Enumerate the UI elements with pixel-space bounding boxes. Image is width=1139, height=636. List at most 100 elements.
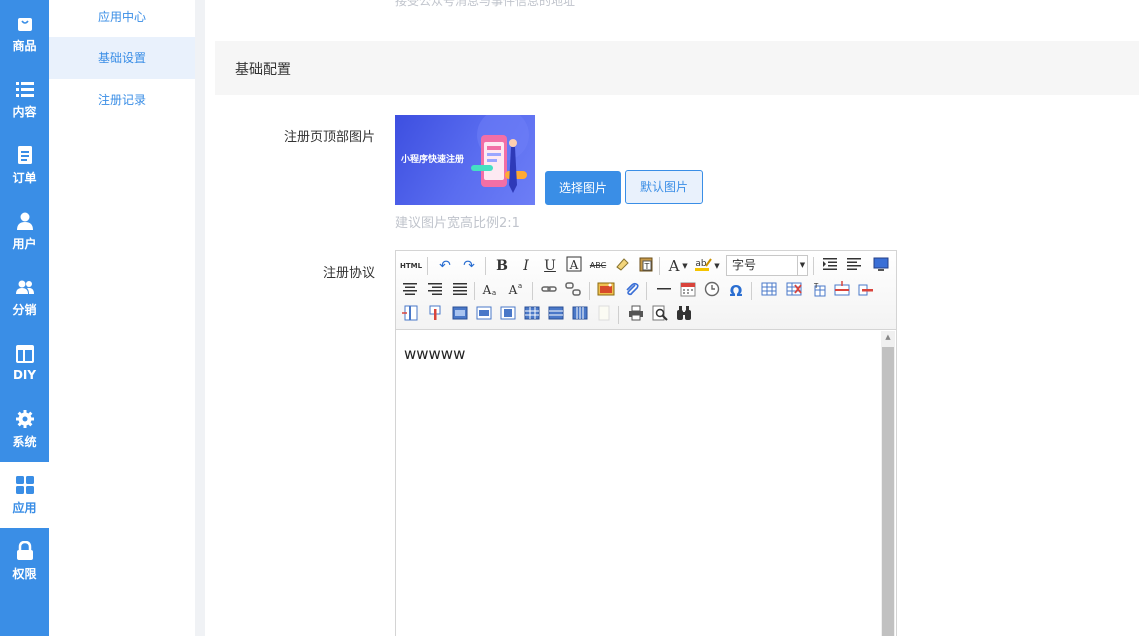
- toolbar-separator: [589, 282, 590, 300]
- font-size-value: 字号: [732, 258, 757, 272]
- callback-url-hint: 接受公众号消息与事件信息的地址: [395, 0, 576, 8]
- html-source-button[interactable]: HTML: [400, 256, 422, 276]
- nav-item-orders[interactable]: 订单: [0, 132, 49, 198]
- default-image-button[interactable]: 默认图片: [625, 170, 703, 204]
- subscript-icon[interactable]: Aa: [506, 281, 526, 301]
- nav-item-permissions[interactable]: 权限: [0, 528, 49, 594]
- image-ratio-hint: 建议图片宽高比例2:1: [395, 216, 520, 231]
- agreement-label: 注册协议: [322, 266, 375, 281]
- nav-item-label: 应用: [12, 500, 37, 515]
- secondary-sidebar: 应用中心 基础设置 注册记录: [49, 0, 195, 636]
- split-cells-icon[interactable]: [522, 305, 542, 325]
- insert-image-icon[interactable]: [596, 281, 616, 301]
- redo-icon[interactable]: ↷: [459, 256, 479, 276]
- nav-item-label: 内容: [12, 104, 37, 119]
- list-icon: [15, 81, 34, 97]
- insert-row-icon[interactable]: [832, 281, 852, 301]
- delete-row-icon[interactable]: [856, 281, 876, 301]
- nav-item-apps[interactable]: 应用: [0, 462, 49, 528]
- preview-icon[interactable]: [650, 305, 670, 325]
- header-image-preview: 小程序快速注册: [395, 115, 535, 205]
- primary-sidebar: 商品 内容 订单 用户 分销 DIY 系统 应用 权限: [0, 0, 49, 636]
- svg-text:a: a: [492, 289, 496, 297]
- toolbar-separator: [813, 257, 814, 275]
- insert-paragraph-before-table-icon[interactable]: T: [808, 281, 828, 301]
- clock-icon[interactable]: [702, 281, 722, 301]
- indent-icon[interactable]: [820, 256, 840, 276]
- scroll-up-icon[interactable]: ▲: [881, 333, 895, 345]
- subnav-item-app-center[interactable]: 应用中心: [49, 0, 195, 37]
- horizontal-rule-icon[interactable]: [654, 281, 674, 301]
- special-char-button[interactable]: Ω: [726, 281, 746, 301]
- unlink-icon[interactable]: [563, 281, 583, 301]
- banner-text: 小程序快速注册: [401, 155, 465, 165]
- font-size-select[interactable]: 字号 ▼: [726, 255, 808, 276]
- header-image-label: 注册页顶部图片: [283, 130, 375, 145]
- svg-text:A: A: [482, 283, 492, 297]
- svg-text:A: A: [508, 283, 518, 297]
- attachment-icon[interactable]: [622, 281, 642, 301]
- split-rows-icon[interactable]: [546, 305, 566, 325]
- align-right-icon[interactable]: [425, 281, 445, 301]
- nav-item-content[interactable]: 内容: [0, 66, 49, 132]
- align-justify-icon[interactable]: [450, 281, 470, 301]
- document-icon: [17, 145, 32, 164]
- merge-right-icon[interactable]: [474, 305, 494, 325]
- superscript-icon[interactable]: Aa: [480, 281, 500, 301]
- highlight-color-icon[interactable]: ab: [694, 256, 714, 276]
- insert-column-icon[interactable]: [400, 305, 420, 325]
- svg-text:T: T: [813, 282, 819, 290]
- underline-button[interactable]: U: [540, 256, 560, 276]
- editor-content-area[interactable]: wwwww: [396, 331, 880, 636]
- search-replace-icon[interactable]: [674, 305, 694, 325]
- blank-page-icon[interactable]: [594, 305, 614, 325]
- chevron-down-icon[interactable]: ▼: [712, 256, 722, 276]
- font-border-icon[interactable]: A: [564, 256, 584, 276]
- nav-item-goods[interactable]: 商品: [0, 0, 49, 66]
- toolbar-separator: [532, 282, 533, 300]
- chevron-down-icon[interactable]: ▼: [680, 256, 690, 276]
- scrollbar-thumb[interactable]: [882, 347, 894, 636]
- split-columns-icon[interactable]: [570, 305, 590, 325]
- app-root: 商品 内容 订单 用户 分销 DIY 系统 应用 权限 应用中心 基础设置 注册…: [0, 0, 1139, 636]
- toolbar-separator: [751, 282, 752, 300]
- italic-button[interactable]: I: [516, 256, 536, 276]
- nav-item-users[interactable]: 用户: [0, 198, 49, 264]
- svg-text:T: T: [644, 262, 650, 271]
- link-icon[interactable]: [539, 281, 559, 301]
- subnav-item-registration-records[interactable]: 注册记录: [49, 79, 195, 121]
- user-icon: [16, 212, 33, 230]
- toolbar-separator: [646, 282, 647, 300]
- merge-down-icon[interactable]: [498, 305, 518, 325]
- rich-text-editor: HTML ↶ ↷ B I U A ABC T A ▼ ab ▼ 字号 ▼ A a…: [395, 250, 897, 636]
- toolbar-separator: [427, 257, 428, 275]
- section-title: 基础配置: [215, 41, 1139, 95]
- calendar-icon[interactable]: [678, 281, 698, 301]
- nav-item-distribution[interactable]: 分销: [0, 264, 49, 330]
- editor-scrollbar[interactable]: ▲: [881, 331, 895, 636]
- bold-button[interactable]: B: [492, 256, 512, 276]
- subnav-item-basic-settings[interactable]: 基础设置: [49, 37, 195, 79]
- fullscreen-icon[interactable]: [871, 256, 891, 276]
- delete-column-icon[interactable]: [425, 305, 445, 325]
- chevron-down-icon: ▼: [797, 256, 807, 275]
- strikethrough-button[interactable]: ABC: [588, 256, 608, 276]
- delete-table-icon[interactable]: [784, 281, 804, 301]
- select-image-button[interactable]: 选择图片: [545, 171, 621, 205]
- users-icon: [15, 280, 34, 294]
- align-left-icon[interactable]: [844, 256, 864, 276]
- align-center-icon[interactable]: [400, 281, 420, 301]
- bag-icon: [17, 17, 32, 31]
- main-content: 接受公众号消息与事件信息的地址 基础配置 注册页顶部图片 小程序快速注册 选择图…: [205, 0, 1139, 636]
- nav-item-label: 用户: [12, 236, 37, 251]
- merge-cells-icon[interactable]: [450, 305, 470, 325]
- nav-item-system[interactable]: 系统: [0, 396, 49, 462]
- nav-item-label: 订单: [12, 170, 37, 185]
- insert-table-icon[interactable]: [759, 281, 779, 301]
- svg-text:ab: ab: [695, 259, 707, 269]
- print-icon[interactable]: [626, 305, 646, 325]
- undo-icon[interactable]: ↶: [435, 256, 455, 276]
- eraser-icon[interactable]: [612, 256, 632, 276]
- nav-item-diy[interactable]: DIY: [0, 330, 49, 396]
- paste-text-icon[interactable]: T: [636, 256, 656, 276]
